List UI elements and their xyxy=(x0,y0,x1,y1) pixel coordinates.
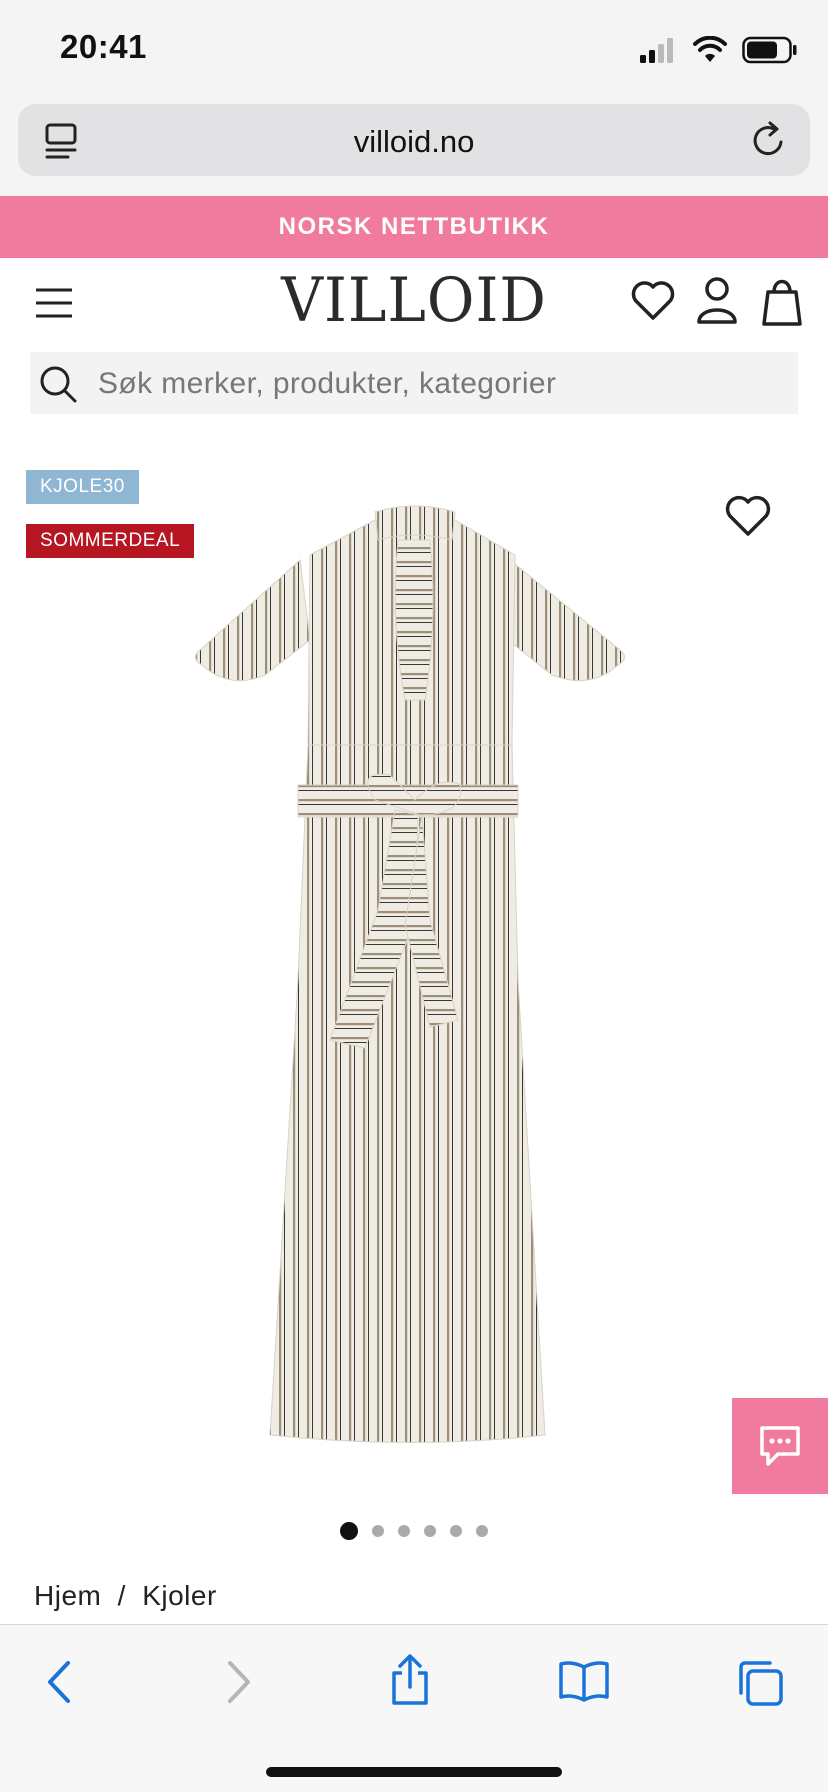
carousel-dot[interactable] xyxy=(476,1525,488,1537)
address-bar[interactable]: villoid.no xyxy=(18,104,810,176)
breadcrumb-separator: / xyxy=(117,1580,126,1611)
home-indicator xyxy=(266,1767,562,1777)
chat-bubble-icon xyxy=(760,1426,800,1466)
browser-toolbar xyxy=(0,1624,828,1792)
carousel-dot[interactable] xyxy=(372,1525,384,1537)
battery-icon xyxy=(742,36,797,64)
url-text[interactable]: villoid.no xyxy=(18,124,810,160)
search-icon xyxy=(40,366,77,403)
carousel-dots xyxy=(0,1522,828,1540)
status-bar: 20:41 xyxy=(0,0,828,98)
dress-shape xyxy=(195,505,625,1443)
wishlist-heart-icon[interactable] xyxy=(630,280,676,322)
shopping-bag-icon[interactable] xyxy=(760,276,804,328)
site-header: VILLOID xyxy=(0,258,828,352)
search-input[interactable]: Søk merker, produkter, kategorier xyxy=(30,352,798,414)
account-user-icon[interactable] xyxy=(696,276,738,326)
promo-banner: NORSK NETTBUTIKK xyxy=(0,196,828,258)
product-image[interactable] xyxy=(190,500,640,1460)
product-wishlist-heart-icon[interactable] xyxy=(724,494,772,538)
cellular-signal-icon xyxy=(640,38,673,63)
discount-code-badge: KJOLE30 xyxy=(26,470,139,504)
breadcrumb-category-link[interactable]: Kjoler xyxy=(142,1580,217,1612)
chat-support-button[interactable] xyxy=(732,1398,828,1494)
summer-deal-badge: SOMMERDEAL xyxy=(26,524,195,558)
carousel-dot[interactable] xyxy=(398,1525,410,1537)
tabs-icon[interactable] xyxy=(736,1659,784,1707)
breadcrumb: Hjem / Kjoler xyxy=(34,1580,217,1612)
browser-top-bar: villoid.no xyxy=(0,98,828,196)
back-icon[interactable] xyxy=(40,1659,80,1705)
status-time: 20:41 xyxy=(60,28,147,65)
reload-icon[interactable] xyxy=(750,120,788,160)
status-icons xyxy=(638,36,798,64)
breadcrumb-home-link[interactable]: Hjem xyxy=(34,1580,101,1612)
bookmarks-icon[interactable] xyxy=(558,1659,610,1703)
carousel-dot[interactable] xyxy=(424,1525,436,1537)
wifi-icon xyxy=(693,36,727,62)
carousel-dot[interactable] xyxy=(340,1522,358,1540)
carousel-dot[interactable] xyxy=(450,1525,462,1537)
search-placeholder[interactable]: Søk merker, produkter, kategorier xyxy=(98,367,556,401)
forward-icon[interactable] xyxy=(218,1659,258,1705)
share-icon[interactable] xyxy=(388,1653,432,1707)
